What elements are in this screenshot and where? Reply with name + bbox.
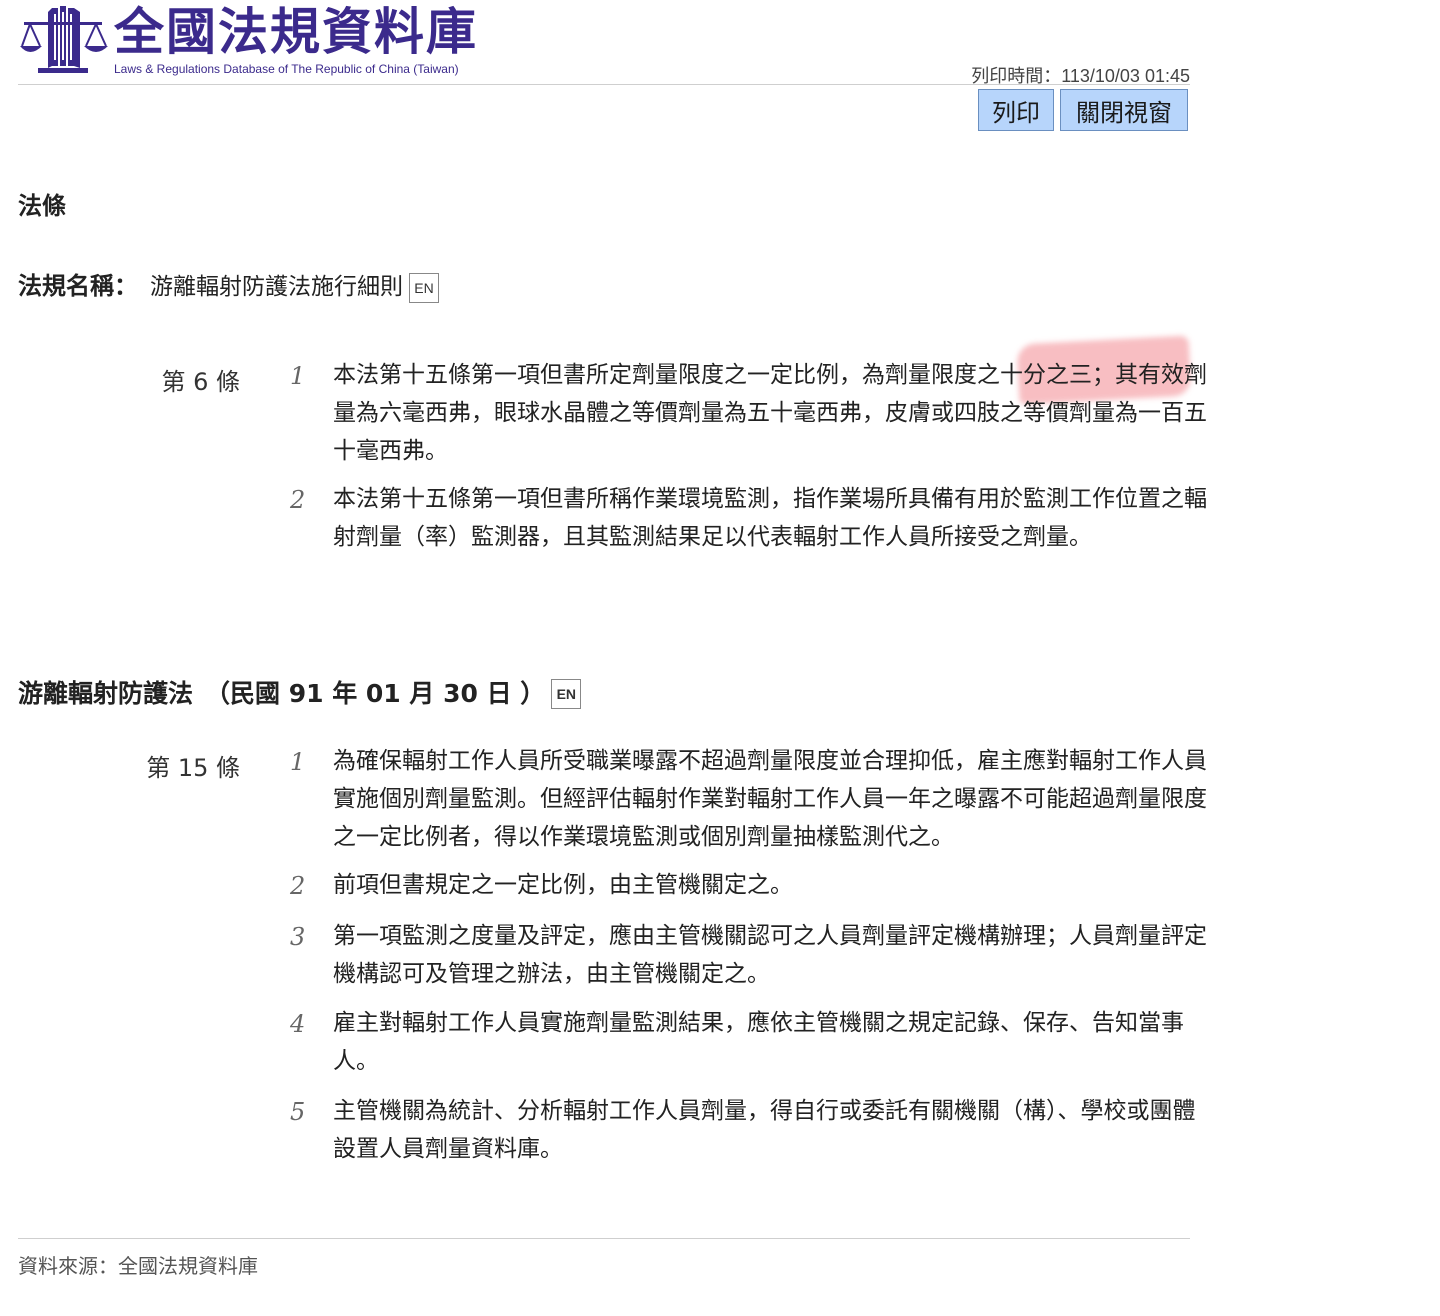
paragraph-text: 主管機關為統計、分析輻射工作人員劑量，得自行或委託有關機關（構）、學校或團體設置… bbox=[333, 1098, 1196, 1162]
paragraph-index: 2 bbox=[290, 872, 306, 900]
action-buttons: 列印 關閉視窗 bbox=[978, 89, 1188, 131]
paragraph-index: 2 bbox=[290, 486, 306, 514]
law-name-label: 法規名稱： bbox=[18, 272, 138, 300]
scales-book-logo-icon bbox=[20, 6, 108, 73]
site-subtitle: Laws & Regulations Database of The Repub… bbox=[114, 62, 459, 76]
paragraph-index: 3 bbox=[290, 923, 306, 951]
paragraph-index: 1 bbox=[290, 748, 306, 776]
print-time: 列印時間：113/10/03 01:45 bbox=[971, 62, 1190, 88]
parent-law-header: 游離輻射防護法 （民國 91 年 01 月 30 日 ） EN bbox=[18, 674, 582, 710]
footer-source: 資料來源：全國法規資料庫 bbox=[18, 1254, 258, 1278]
paragraph-text: 本法第十五條第一項但書所稱作業環境監測，指作業場所具備有用於監測工作位置之輻射劑… bbox=[333, 486, 1207, 550]
parent-law-date: （民國 91 年 01 月 30 日 ） bbox=[205, 679, 546, 708]
paragraph-text: 前項但書規定之一定比例，由主管機關定之。 bbox=[333, 872, 793, 898]
law-name-value: 游離輻射防護法施行細則 bbox=[150, 273, 403, 300]
law-name-en-link[interactable]: EN bbox=[409, 272, 439, 303]
footer-divider bbox=[18, 1238, 1190, 1239]
parent-law-en-link[interactable]: EN bbox=[551, 679, 582, 709]
paragraph-index: 1 bbox=[290, 362, 306, 390]
site-title: 全國法規資料庫 bbox=[114, 3, 478, 61]
paragraph-text: 第一項監測之度量及評定，應由主管機關認可之人員劑量評定機構辦理；人員劑量評定機構… bbox=[333, 923, 1207, 987]
law-name-row: 法規名稱： 游離輻射防護法施行細則 EN bbox=[18, 266, 439, 303]
paragraph-text: 為確保輻射工作人員所受職業曝露不超過劑量限度並合理抑低，雇主應對輻射工作人員實施… bbox=[333, 748, 1207, 850]
page-header: 全國法規資料庫 Laws & Regulations Database of T… bbox=[18, 0, 1190, 88]
section-title: 法條 bbox=[18, 192, 66, 220]
article-number: 第 6 條 bbox=[161, 368, 240, 396]
paragraph-index: 4 bbox=[290, 1010, 306, 1038]
print-time-label: 列印時間： bbox=[971, 66, 1062, 87]
paragraph-text: 本法第十五條第一項但書所定劑量限度之一定比例，為劑量限度之十分之三；其有效劑量為… bbox=[333, 362, 1207, 464]
parent-law-name: 游離輻射防護法 bbox=[18, 679, 194, 708]
close-window-button[interactable]: 關閉視窗 bbox=[1060, 89, 1188, 131]
print-time-value: 113/10/03 01:45 bbox=[1061, 66, 1190, 86]
article-number: 第 15 條 bbox=[146, 754, 240, 782]
paragraph-index: 5 bbox=[290, 1098, 306, 1126]
paragraph-text: 雇主對輻射工作人員實施劑量監測結果，應依主管機關之規定記錄、保存、告知當事人。 bbox=[333, 1010, 1184, 1074]
print-button[interactable]: 列印 bbox=[978, 89, 1054, 131]
